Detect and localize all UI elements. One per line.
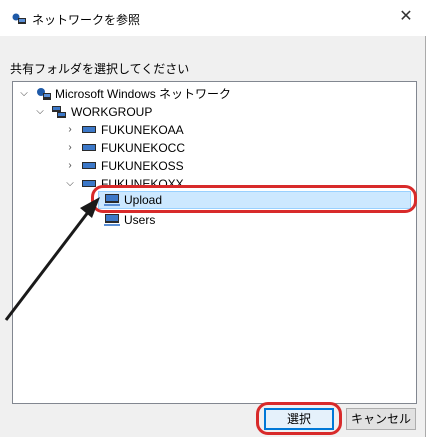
tree-node-label: Users (124, 213, 156, 227)
computer-icon (82, 126, 96, 133)
network-tree[interactable]: ⌵ Microsoft Windows ネットワーク ⌵ WORKGROUP › (12, 81, 417, 404)
cancel-button[interactable]: キャンセル (346, 408, 416, 430)
tree-node-network[interactable]: ⌵ Microsoft Windows ネットワーク (13, 85, 413, 103)
browse-network-dialog: ネットワークを参照 ✕ 共有フォルダを選択してください ⌵ Microsoft … (0, 0, 426, 437)
computer-icon (82, 162, 96, 169)
workgroup-icon (52, 106, 66, 118)
tree-node-computer[interactable]: › FUKUNEKOSS (13, 157, 413, 175)
chevron-right-icon[interactable]: › (65, 121, 75, 139)
shared-folder-icon (104, 214, 120, 226)
tree-node-share[interactable]: Users (104, 211, 404, 229)
tree-node-label: Microsoft Windows ネットワーク (55, 87, 232, 101)
tree-node-label: FUKUNEKOCC (101, 141, 186, 155)
chevron-right-icon[interactable]: › (65, 139, 75, 157)
tree-node-computer[interactable]: › FUKUNEKOAA (13, 121, 413, 139)
instruction-text: 共有フォルダを選択してください (10, 62, 190, 76)
chevron-right-icon[interactable]: › (65, 157, 75, 175)
network-icon (12, 13, 26, 24)
window-title: ネットワークを参照 (32, 13, 141, 27)
chevron-down-icon[interactable]: ⌵ (35, 103, 45, 121)
title-bar: ネットワークを参照 ✕ (0, 0, 426, 36)
computer-icon (82, 144, 96, 151)
close-button[interactable]: ✕ (394, 6, 418, 30)
tree-node-label: FUKUNEKOAA (101, 123, 184, 137)
network-icon (37, 88, 51, 100)
chevron-down-icon[interactable]: ⌵ (65, 175, 75, 193)
tree-node-label: FUKUNEKOSS (101, 159, 184, 173)
tree-node-computer[interactable]: › FUKUNEKOCC (13, 139, 413, 157)
chevron-down-icon[interactable]: ⌵ (19, 85, 29, 103)
annotation-highlight-select (256, 402, 342, 435)
annotation-highlight-upload (91, 185, 417, 213)
tree-node-workgroup[interactable]: ⌵ WORKGROUP (13, 103, 413, 121)
tree-node-label: WORKGROUP (71, 105, 153, 119)
